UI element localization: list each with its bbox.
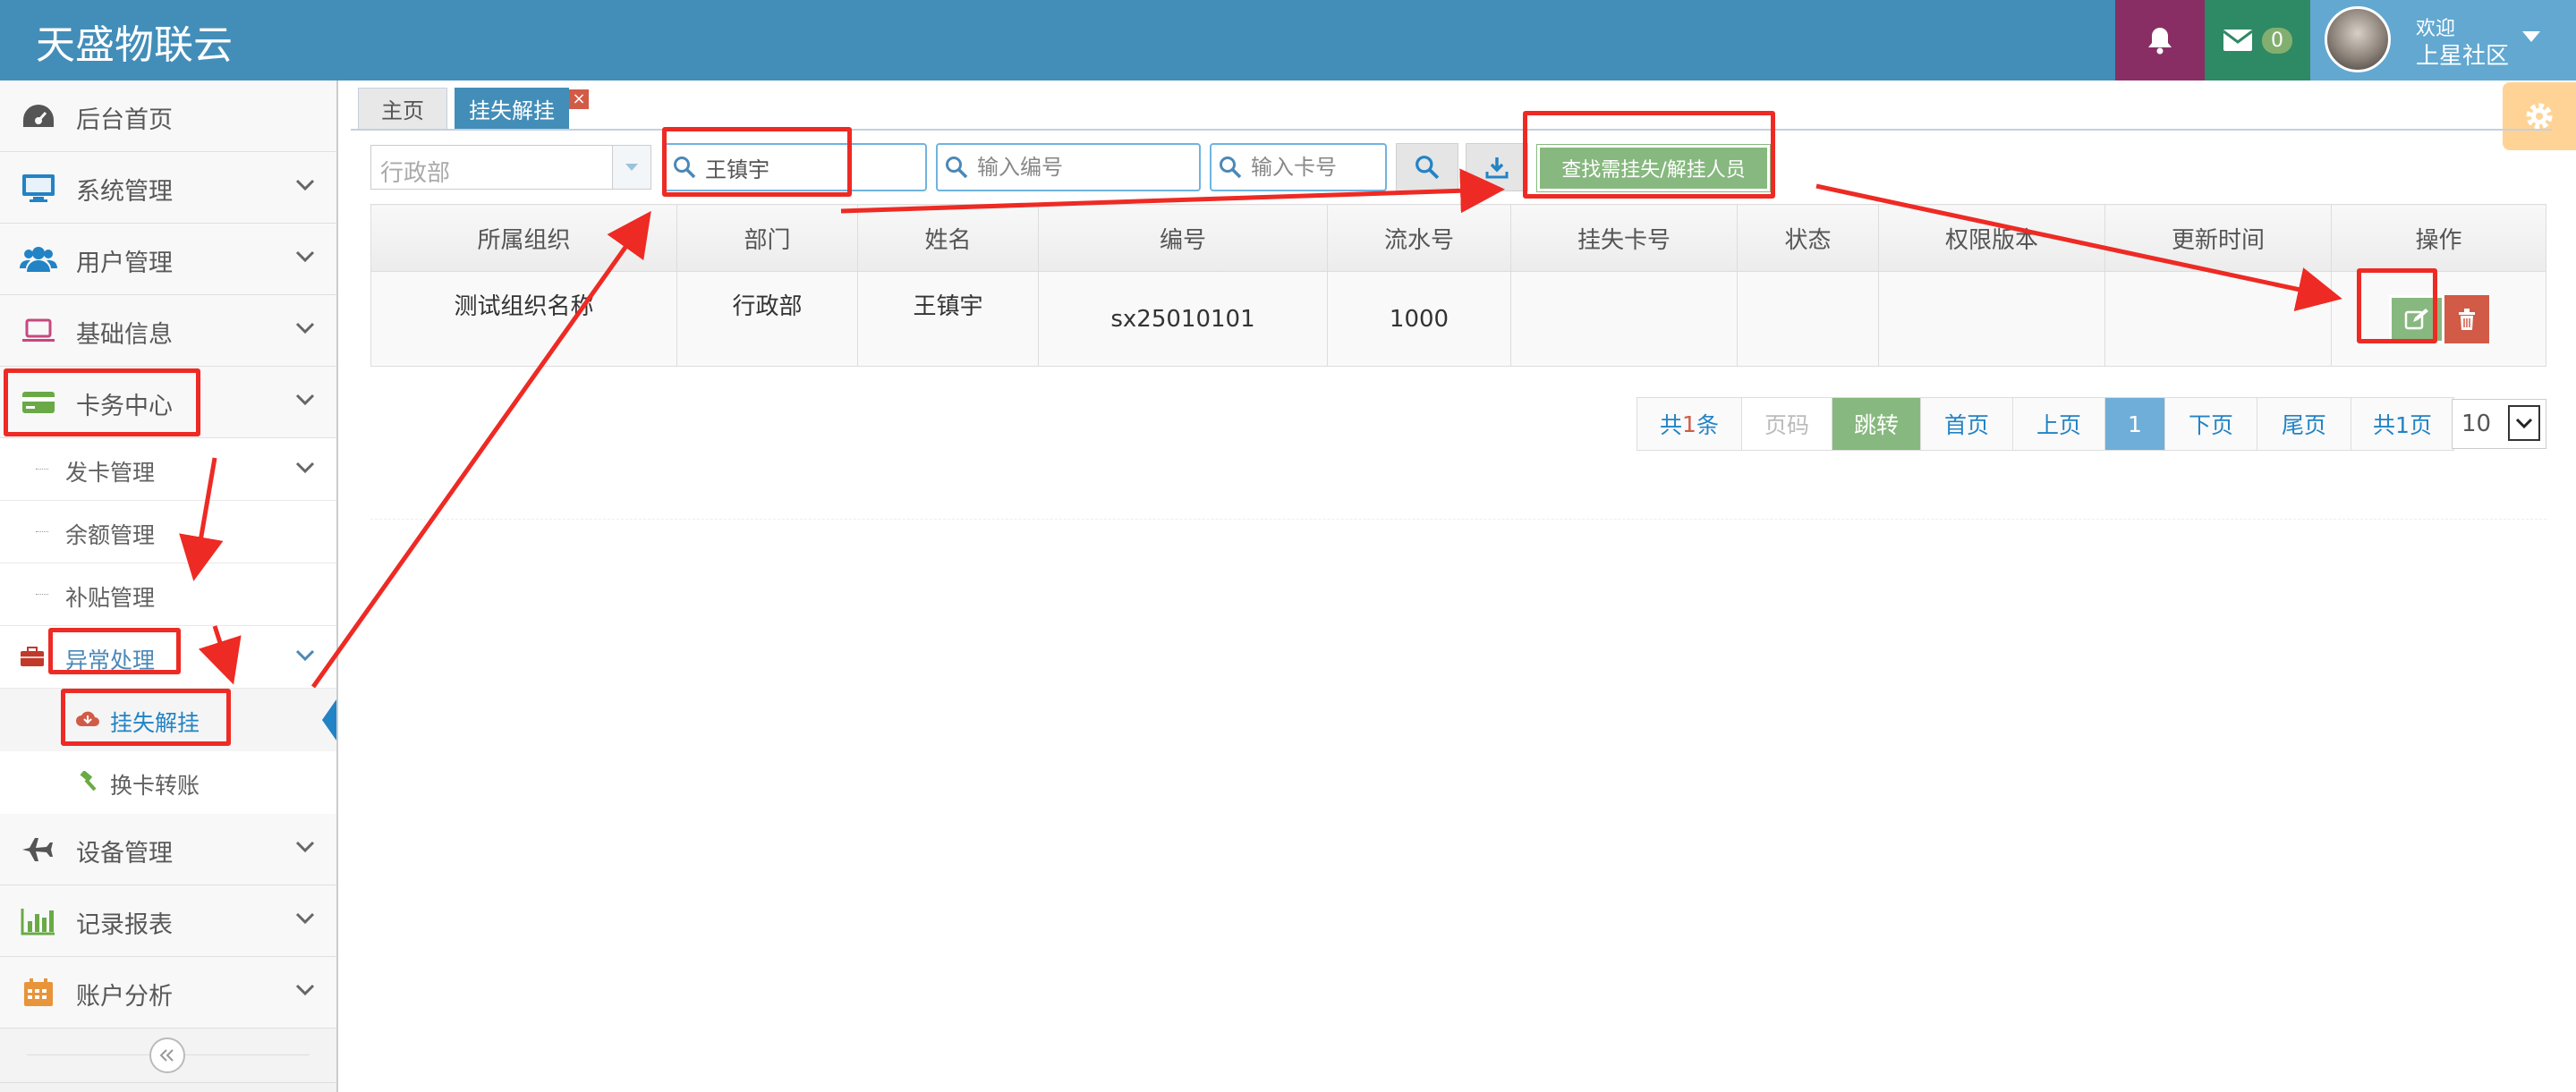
arrow-to-name-input: [310, 210, 651, 689]
arrow-to-subsidy: [179, 457, 224, 581]
annotation-arrows: [179, 168, 2342, 689]
arrow-to-loss-report: [198, 625, 242, 685]
arrow-to-download: [840, 168, 1505, 214]
arrow-to-edit: [1815, 183, 2342, 312]
